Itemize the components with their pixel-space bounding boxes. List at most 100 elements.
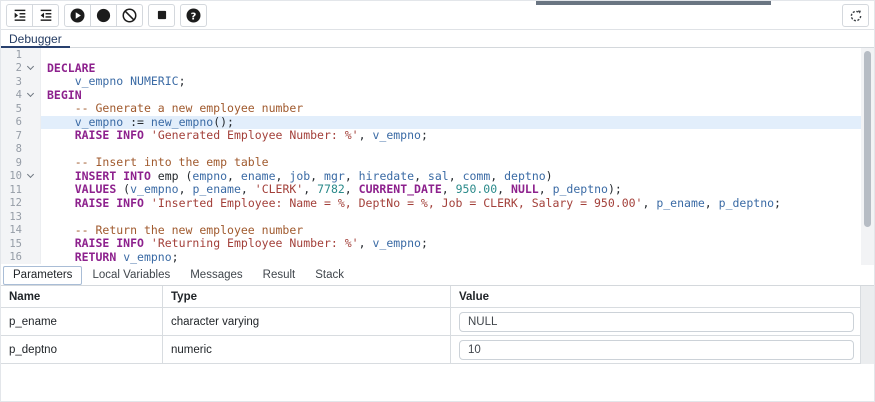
editor-scrollbar-track[interactable] [861,48,874,265]
clear-all-breakpoints-button[interactable] [116,4,143,27]
gutter-cell: 7 [1,129,41,143]
code-line-8[interactable]: 8 [1,143,874,157]
continue-button[interactable] [64,4,91,27]
code-line-13[interactable]: 13 [1,210,874,224]
gutter-cell: 5 [1,102,41,116]
code-text: BEGIN [41,89,874,103]
fold-chevron-down-icon[interactable] [27,63,34,70]
line-number: 9 [1,157,22,169]
code-text: RAISE INFO 'Generated Employee Number: %… [41,129,874,143]
code-text: -- Return the new employee number [41,224,874,238]
panel-tab-messages[interactable]: Messages [180,266,252,285]
code-text: -- Insert into the emp table [41,156,874,170]
toggle-breakpoint-button[interactable] [90,4,117,27]
line-number: 5 [1,103,22,115]
line-number: 3 [1,76,22,88]
panel-tab-stack[interactable]: Stack [305,266,354,285]
execution-button-group [64,4,143,27]
gutter-cell: 3 [1,75,41,89]
code-line-14[interactable]: 14 -- Return the new employee number [1,224,874,238]
help-button-group: ? [180,4,207,27]
code-text: -- Generate a new employee number [41,102,874,116]
refresh-icon [848,8,864,24]
code-lines: 12DECLARE3 v_empno NUMERIC;4BEGIN5 -- Ge… [1,48,874,264]
panel-tab-result[interactable]: Result [253,266,306,285]
param-name: p_ename [1,308,163,335]
code-editor[interactable]: 12DECLARE3 v_empno NUMERIC;4BEGIN5 -- Ge… [1,48,874,265]
code-line-4[interactable]: 4 BEGIN [1,89,874,103]
param-type: character varying [163,308,451,335]
code-line-12[interactable]: 12 RAISE INFO 'Inserted Employee: Name =… [1,197,874,211]
gutter-cell: 12 [1,197,41,211]
code-line-6[interactable]: 6 v_empno := new_empno(); [1,116,874,130]
help-button[interactable]: ? [180,4,207,27]
refresh-button[interactable] [842,4,869,27]
line-number: 8 [1,143,22,155]
table-row: p_enamecharacter varying [1,308,874,336]
code-text: DECLARE [41,62,874,76]
code-text [41,48,874,62]
code-text: VALUES (v_empno, p_ename, 'CLERK', 7782,… [41,183,874,197]
step-into-button[interactable] [6,4,33,27]
code-line-1[interactable]: 1 [1,48,874,62]
column-header-type: Type [163,286,451,307]
svg-text:?: ? [191,11,197,22]
step-button-group [6,4,59,27]
continue-icon [69,7,86,24]
code-line-2[interactable]: 2 DECLARE [1,62,874,76]
gutter-cell: 15 [1,237,41,251]
code-text: RETURN v_empno; [41,251,874,265]
panel-tab-bar: ParametersLocal VariablesMessagesResultS… [1,265,874,286]
line-number: 2 [1,62,22,74]
param-value-input[interactable] [459,340,854,360]
line-number: 14 [1,224,22,236]
code-text [41,210,874,224]
gutter-cell: 11 [1,183,41,197]
fold-chevron-down-icon[interactable] [27,171,34,178]
column-header-value: Value [451,286,874,307]
code-line-16[interactable]: 16 RETURN v_empno; [1,251,874,265]
param-value-input[interactable] [459,312,854,332]
stop-button-group [148,4,175,27]
step-over-icon [38,7,54,23]
gutter-cell: 1 [1,48,41,62]
debugger-toolbar: ? [1,1,874,30]
help-icon: ? [185,7,202,24]
debugger-window: ? Debugger 12DECLARE3 v_empno NUMERIC;4B… [0,0,875,402]
stop-button[interactable] [148,4,175,27]
document-tab-bar: Debugger [1,30,874,48]
table-scrollbar-track[interactable] [860,286,874,364]
clear-all-breakpoints-icon [121,7,138,24]
line-number: 11 [1,184,22,196]
fold-chevron-down-icon[interactable] [27,90,34,97]
editor-scrollbar-thumb[interactable] [864,51,871,227]
code-line-7[interactable]: 7 RAISE INFO 'Generated Employee Number:… [1,129,874,143]
panel-tab-parameters[interactable]: Parameters [3,266,82,285]
horizontal-scrollbar-thumb[interactable] [536,1,771,5]
code-line-11[interactable]: 11 VALUES (v_empno, p_ename, 'CLERK', 77… [1,183,874,197]
code-line-10[interactable]: 10 INSERT INTO emp (empno, ename, job, m… [1,170,874,184]
code-text: v_empno NUMERIC; [41,75,874,89]
table-header-row: NameTypeValue [1,286,874,308]
line-number: 10 [1,170,22,182]
code-text: v_empno := new_empno(); [41,116,874,130]
line-number: 4 [1,89,22,101]
code-text: INSERT INTO emp (empno, ename, job, mgr,… [41,170,874,184]
line-number: 13 [1,211,22,223]
code-line-3[interactable]: 3 v_empno NUMERIC; [1,75,874,89]
code-line-15[interactable]: 15 RAISE INFO 'Returning Employee Number… [1,237,874,251]
step-over-button[interactable] [32,4,59,27]
table-row: p_deptnonumeric [1,336,874,364]
step-into-icon [12,7,28,23]
toggle-breakpoint-icon [95,7,112,24]
gutter-cell: 16 [1,251,41,265]
line-number: 12 [1,197,22,209]
code-line-9[interactable]: 9 -- Insert into the emp table [1,156,874,170]
panel-tab-local-variables[interactable]: Local Variables [82,266,180,285]
line-number: 7 [1,130,22,142]
tab-debugger[interactable]: Debugger [1,31,70,49]
gutter-cell: 8 [1,143,41,157]
code-line-5[interactable]: 5 -- Generate a new employee number [1,102,874,116]
gutter-cell: 6 [1,116,41,130]
line-number: 1 [1,49,22,61]
